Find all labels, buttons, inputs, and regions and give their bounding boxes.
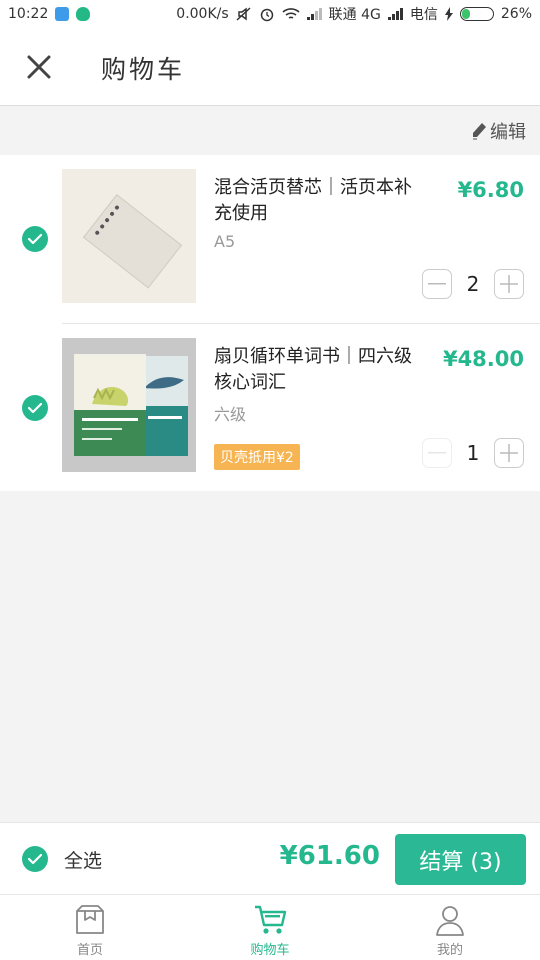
- close-button[interactable]: [24, 52, 54, 82]
- decrease-button[interactable]: [422, 269, 452, 299]
- product-price: ¥6.80: [457, 178, 524, 202]
- user-icon: [436, 906, 464, 936]
- checkmark-icon: [28, 233, 42, 245]
- plus-icon: [500, 275, 518, 293]
- select-all-label[interactable]: 全选: [64, 846, 102, 873]
- item-select-checkbox[interactable]: [22, 395, 48, 421]
- app-notification-icon: [55, 7, 70, 21]
- product-title[interactable]: 扇贝循环单词书｜四六级核心词汇: [214, 344, 424, 396]
- battery-icon: [459, 7, 494, 21]
- wifi-icon: [282, 8, 300, 19]
- increase-button[interactable]: [494, 269, 524, 299]
- refill-paper-image: [62, 169, 196, 303]
- increase-button[interactable]: [494, 438, 524, 468]
- alarm-icon: [260, 8, 273, 22]
- select-all-checkbox[interactable]: [22, 846, 48, 872]
- checkout-button[interactable]: 结算 (3): [395, 834, 526, 885]
- battery-percent: 26%: [500, 6, 532, 22]
- product-price: ¥48.00: [442, 347, 524, 371]
- quantity-stepper: 1: [422, 438, 524, 468]
- word-book-cover-image: [62, 338, 196, 472]
- close-icon: [27, 55, 51, 79]
- quantity-value: 1: [466, 441, 480, 465]
- checkmark-icon: [28, 853, 42, 865]
- home-box-icon: [76, 905, 104, 934]
- checkout-bar: 全选 ¥61.60 结算 (3): [0, 822, 540, 894]
- minus-icon: [428, 283, 446, 285]
- product-spec: A5: [214, 232, 236, 251]
- charging-icon: [444, 7, 453, 21]
- cart-item: 扇贝循环单词书｜四六级核心词汇 六级 ¥48.00 贝壳抵用¥2 1: [22, 323, 540, 491]
- signal-weak-icon: [306, 8, 322, 20]
- carrier-1: 联通 4G: [328, 7, 381, 23]
- item-select-checkbox[interactable]: [22, 226, 48, 252]
- product-image[interactable]: [62, 169, 196, 303]
- edit-bar: 编辑: [0, 107, 540, 155]
- product-title[interactable]: 混合活页替芯｜活页本补充使用: [214, 175, 424, 227]
- shell-discount-badge: 贝壳抵用¥2: [214, 444, 300, 470]
- tab-cart[interactable]: 购物车: [180, 895, 360, 960]
- carrier-2: 电信: [409, 7, 438, 23]
- edit-label: 编辑: [490, 122, 526, 143]
- edit-button[interactable]: 编辑: [471, 118, 526, 144]
- tab-label: 购物车: [250, 943, 290, 958]
- status-time: 10:22: [8, 6, 49, 22]
- plus-icon: [500, 444, 518, 462]
- product-image[interactable]: [62, 338, 196, 472]
- status-bar: 10:22 0.00K/s 联通 4G 电信 26%: [0, 0, 540, 28]
- total-price: ¥61.60: [279, 841, 380, 871]
- product-spec: 六级: [214, 405, 247, 424]
- page-title: 购物车: [101, 55, 186, 84]
- cart-item-list: 混合活页替芯｜活页本补充使用 A5 ¥6.80 2 扇贝循环单词书｜四六级核心词…: [0, 155, 540, 491]
- quantity-stepper: 2: [422, 269, 524, 299]
- signal-full-icon: [387, 8, 403, 20]
- pencil-icon: [473, 123, 486, 140]
- checkmark-icon: [28, 402, 42, 414]
- security-shield-icon: [76, 7, 91, 21]
- decrease-button[interactable]: [422, 438, 452, 468]
- network-speed: 0.00K/s: [176, 6, 229, 22]
- bottom-tab-bar: 首页 购物车 我的: [0, 894, 540, 960]
- tab-label: 首页: [76, 943, 103, 958]
- cart-item: 混合活页替芯｜活页本补充使用 A5 ¥6.80 2: [0, 155, 540, 323]
- tab-profile[interactable]: 我的: [360, 895, 540, 960]
- minus-icon: [428, 452, 446, 454]
- quantity-value: 2: [466, 272, 480, 296]
- tab-label: 我的: [436, 943, 463, 958]
- app-header: 购物车: [0, 28, 540, 106]
- cart-icon: [255, 905, 287, 934]
- tab-home[interactable]: 首页: [0, 895, 180, 960]
- mute-icon: [236, 7, 251, 21]
